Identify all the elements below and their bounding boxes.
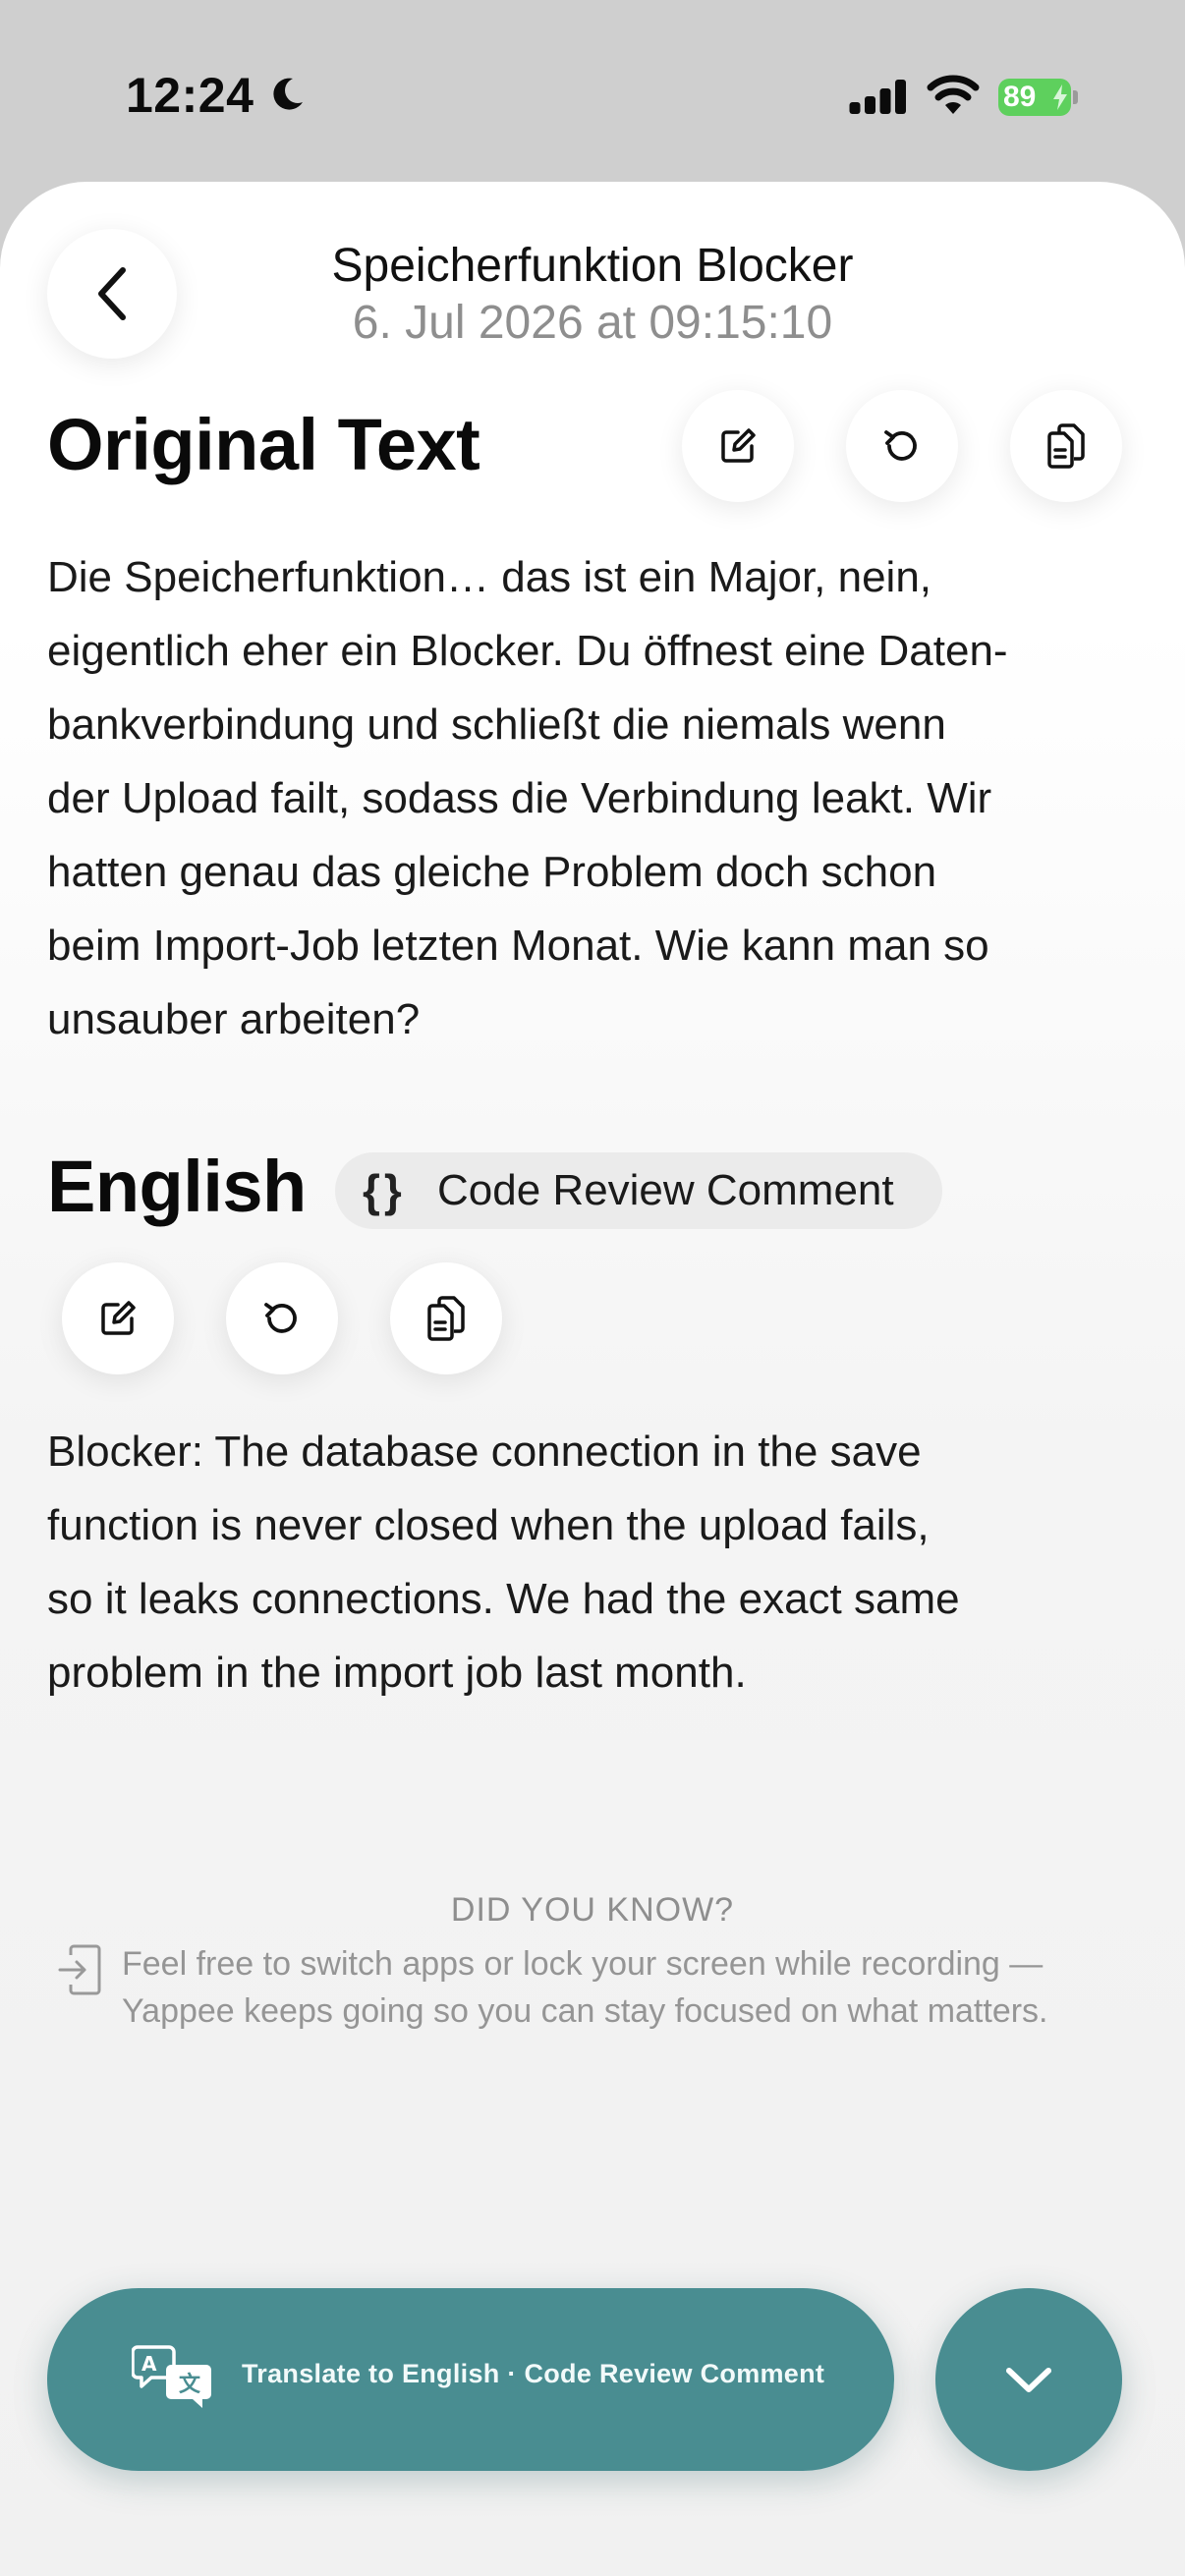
- tip-title: DID YOU KNOW?: [450, 1891, 735, 1929]
- translation-body: Blocker: The database connection in the …: [47, 1428, 960, 1697]
- detail-sheet: Speicherfunktion Blocker 6. Jul 2026 at …: [0, 182, 1185, 2576]
- original-text-body: Die Speicherfunktion… das ist ein Major,…: [47, 553, 1008, 1043]
- copy-original-button[interactable]: [1010, 390, 1122, 502]
- regenerate-original-button[interactable]: [846, 390, 958, 502]
- copy-icon: [427, 1296, 465, 1341]
- charging-bolt-icon: [1053, 84, 1067, 110]
- copy-icon: [1047, 423, 1085, 469]
- expand-options-button[interactable]: [935, 2288, 1122, 2471]
- battery-level: 89: [1003, 81, 1037, 113]
- style-tag[interactable]: {} Code Review Comment: [335, 1152, 942, 1229]
- style-tag-label: Code Review Comment: [437, 1166, 894, 1214]
- translation-heading: English: [47, 1146, 307, 1227]
- status-bar: 12:24 89: [0, 0, 1185, 182]
- original-text-heading: Original Text: [47, 404, 480, 485]
- chevron-down-icon: [1006, 2368, 1051, 2392]
- translate-button-label: Translate to English · Code Review Comme…: [242, 2359, 825, 2388]
- wifi-icon: [927, 75, 980, 114]
- refresh-icon: [884, 430, 917, 461]
- edit-icon: [101, 1301, 136, 1335]
- copy-translation-button[interactable]: [390, 1262, 502, 1374]
- cellular-signal-icon: [849, 80, 906, 114]
- edit-original-button[interactable]: [682, 390, 794, 502]
- tip-text: Feel free to switch apps or lock your sc…: [122, 1945, 1048, 2030]
- recording-title: Speicherfunktion Blocker: [331, 240, 854, 292]
- translate-button[interactable]: A 文 Translate to English · Code Review C…: [47, 2288, 894, 2471]
- regenerate-translation-button[interactable]: [226, 1262, 338, 1374]
- status-time: 12:24: [126, 68, 254, 123]
- battery-indicator: 89: [998, 79, 1079, 116]
- recording-date: 6. Jul 2026 at 09:15:10: [352, 297, 833, 349]
- svg-text:A: A: [141, 2352, 157, 2376]
- code-braces-icon: {}: [363, 1165, 406, 1216]
- edit-translation-button[interactable]: [62, 1262, 174, 1374]
- edit-icon: [721, 428, 756, 463]
- moon-icon: [273, 78, 303, 110]
- translate-icon: A 文: [132, 2345, 211, 2408]
- refresh-icon: [264, 1303, 297, 1333]
- exit-icon: [58, 1944, 101, 1995]
- svg-text:文: 文: [179, 2372, 201, 2397]
